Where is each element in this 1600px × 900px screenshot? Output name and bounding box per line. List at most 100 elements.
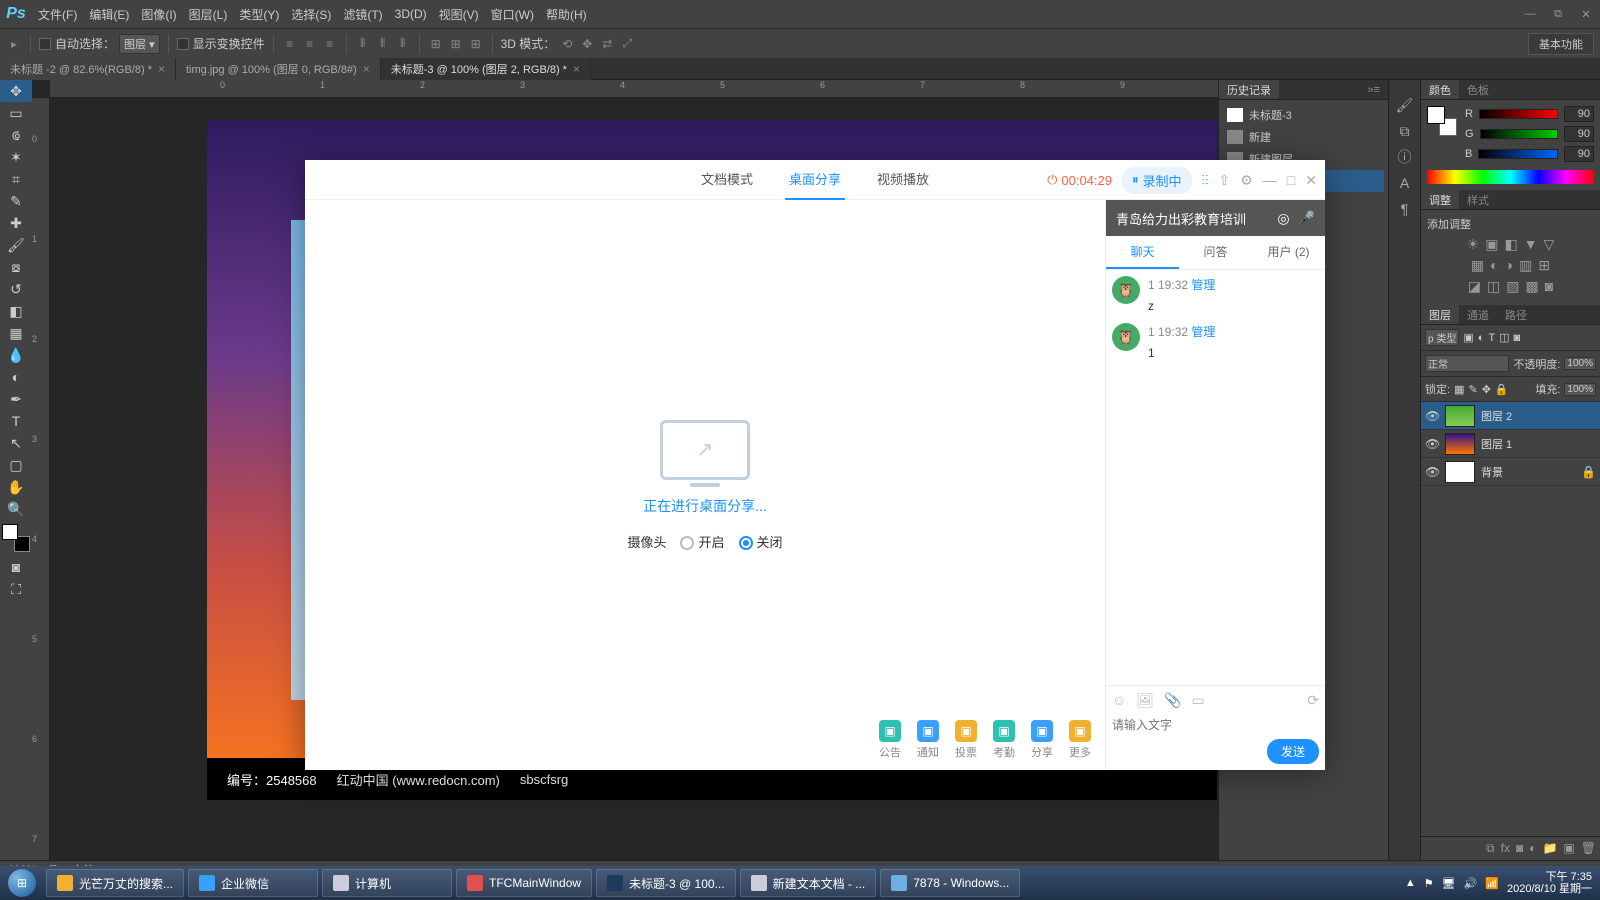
move-tool[interactable]: ✥ xyxy=(0,80,32,102)
minimize-icon[interactable]: — xyxy=(1263,172,1277,188)
taskbar-item[interactable]: 光芒万丈的搜索... xyxy=(46,869,184,897)
close-icon[interactable]: ✕ xyxy=(1305,172,1317,189)
adj-icon[interactable]: ◫ xyxy=(1487,278,1500,295)
workspace-switcher[interactable]: 基本功能 xyxy=(1528,33,1594,55)
zoom-tool[interactable]: 🔍 xyxy=(0,498,32,520)
gradient-tool[interactable]: ▦ xyxy=(0,322,32,344)
quickmask-tool[interactable]: ◙ xyxy=(0,556,32,578)
visibility-icon[interactable]: 👁 xyxy=(1425,409,1439,423)
camera-on-radio[interactable]: 开启 xyxy=(680,532,724,551)
tab-users[interactable]: 用户 (2) xyxy=(1252,236,1325,269)
color-ramp[interactable] xyxy=(1427,170,1594,184)
adj-icon[interactable]: ▥ xyxy=(1519,257,1532,274)
opacity-value[interactable]: 100% xyxy=(1564,357,1596,370)
crop-tool[interactable]: ⌗ xyxy=(0,168,32,190)
color-swatches[interactable] xyxy=(2,524,30,552)
recording-button[interactable]: ⏸录制中 xyxy=(1122,167,1192,194)
visibility-icon[interactable]: 👁 xyxy=(1425,437,1439,451)
brush-panel-icon[interactable]: 🖌 xyxy=(1396,96,1414,114)
dodge-tool[interactable]: ◐ xyxy=(0,366,32,388)
visibility-icon[interactable]: 👁 xyxy=(1425,465,1439,479)
close-icon[interactable]: × xyxy=(158,62,165,76)
swatches-tab[interactable]: 色板 xyxy=(1459,80,1497,99)
align-icon[interactable]: ≡ xyxy=(322,36,338,52)
pan-icon[interactable]: ✥ xyxy=(579,36,595,52)
menu-edit[interactable]: 编辑(E) xyxy=(83,6,135,23)
adj-icon[interactable]: ▨ xyxy=(1506,278,1519,295)
auto-select-checkbox[interactable] xyxy=(39,38,51,50)
stamp-tool[interactable]: ⧇ xyxy=(0,256,32,278)
tab-video-play[interactable]: 视频播放 xyxy=(873,159,933,200)
restore-button[interactable]: ⧉ xyxy=(1544,4,1572,24)
close-icon[interactable]: × xyxy=(573,62,580,76)
tab-screen-share[interactable]: 桌面分享 xyxy=(785,159,845,200)
emoji-icon[interactable]: ☺ xyxy=(1112,692,1126,709)
g-value[interactable]: 90 xyxy=(1564,126,1594,142)
distribute-icon[interactable]: ⊞ xyxy=(468,36,484,52)
new-layer-icon[interactable]: ▣ xyxy=(1563,841,1574,856)
filter-icon[interactable]: ◫ xyxy=(1499,331,1509,344)
tab-doc-mode[interactable]: 文档模式 xyxy=(697,159,757,200)
adjustments-tab[interactable]: 调整 xyxy=(1421,190,1459,209)
taskbar-item[interactable]: 未标题-3 @ 100... xyxy=(596,869,736,897)
tray-icon[interactable]: ⚑ xyxy=(1424,877,1434,890)
r-slider[interactable] xyxy=(1479,109,1558,119)
filter-icon[interactable]: ◙ xyxy=(1514,332,1521,344)
eraser-tool[interactable]: ◧ xyxy=(0,300,32,322)
fill-value[interactable]: 100% xyxy=(1564,383,1596,396)
g-slider[interactable] xyxy=(1480,129,1558,139)
adj-icon[interactable]: ▣ xyxy=(1485,236,1498,253)
mask-icon[interactable]: ◙ xyxy=(1516,841,1523,856)
minimize-button[interactable]: — xyxy=(1516,4,1544,24)
adj-icon[interactable]: ◙ xyxy=(1545,278,1553,295)
history-panel-tab[interactable]: 历史记录 xyxy=(1219,80,1279,99)
fx-icon[interactable]: fx xyxy=(1501,841,1510,856)
show-transform-checkbox[interactable] xyxy=(177,38,189,50)
adj-icon[interactable]: ▽ xyxy=(1544,236,1555,253)
distribute-icon[interactable]: ⫴ xyxy=(375,36,391,52)
link-icon[interactable]: ⧉ xyxy=(1486,841,1495,856)
close-icon[interactable]: × xyxy=(363,62,370,76)
tray-icon[interactable]: ▲ xyxy=(1405,877,1416,889)
chat-input[interactable] xyxy=(1112,715,1319,735)
lock-icon[interactable]: ▦ xyxy=(1454,383,1464,396)
scale-icon[interactable]: ⤢ xyxy=(619,36,635,52)
auto-select-dropdown[interactable]: 图层 ▾ xyxy=(119,34,160,54)
refresh-icon[interactable]: ⟳ xyxy=(1307,692,1319,709)
align-icon[interactable]: ≡ xyxy=(282,36,298,52)
menu-filter[interactable]: 滤镜(T) xyxy=(337,6,388,23)
start-button[interactable]: ⊞ xyxy=(0,866,44,900)
mic-icon[interactable]: 🎤 xyxy=(1298,210,1315,227)
target-icon[interactable]: ◎ xyxy=(1277,210,1289,227)
upload-icon[interactable]: ⇧ xyxy=(1219,172,1231,189)
trash-icon[interactable]: 🗑 xyxy=(1581,841,1596,856)
panel-menu-icon[interactable]: »≡ xyxy=(1359,80,1388,99)
adj-icon[interactable]: ▦ xyxy=(1471,257,1484,274)
settings-icon[interactable]: ⚙ xyxy=(1240,172,1253,189)
orbit-icon[interactable]: ⟲ xyxy=(559,36,575,52)
menu-image[interactable]: 图像(I) xyxy=(135,6,182,23)
blur-tool[interactable]: 💧 xyxy=(0,344,32,366)
layer-kind-filter[interactable]: p 类型 xyxy=(1425,329,1459,346)
adj-icon[interactable]: ◪ xyxy=(1468,278,1481,295)
distribute-icon[interactable]: ⫴ xyxy=(395,36,411,52)
r-value[interactable]: 90 xyxy=(1564,106,1594,122)
history-step[interactable]: 新建 xyxy=(1223,126,1384,148)
bottom-tool[interactable]: ▣投票 xyxy=(955,720,977,760)
adj-icon[interactable]: ▩ xyxy=(1526,278,1539,295)
b-slider[interactable] xyxy=(1478,149,1558,159)
heal-tool[interactable]: ✚ xyxy=(0,212,32,234)
type-tool[interactable]: T xyxy=(0,410,32,432)
marquee-tool[interactable]: ▭ xyxy=(0,102,32,124)
para-panel-icon[interactable]: ¶ xyxy=(1396,200,1414,218)
taskbar-item[interactable]: TFCMainWindow xyxy=(456,869,592,897)
adj-icon[interactable]: ⊞ xyxy=(1538,257,1550,274)
hand-tool[interactable]: ✋ xyxy=(0,476,32,498)
adj-icon[interactable]: ☀ xyxy=(1467,236,1480,253)
distribute-icon[interactable]: ⊞ xyxy=(428,36,444,52)
camera-off-radio[interactable]: 关闭 xyxy=(739,532,783,551)
tray-icon[interactable]: 🔊 xyxy=(1464,877,1478,890)
adj-icon[interactable]: ◧ xyxy=(1504,236,1517,253)
menu-file[interactable]: 文件(F) xyxy=(32,6,83,23)
taskbar-item[interactable]: 企业微信 xyxy=(188,869,318,897)
